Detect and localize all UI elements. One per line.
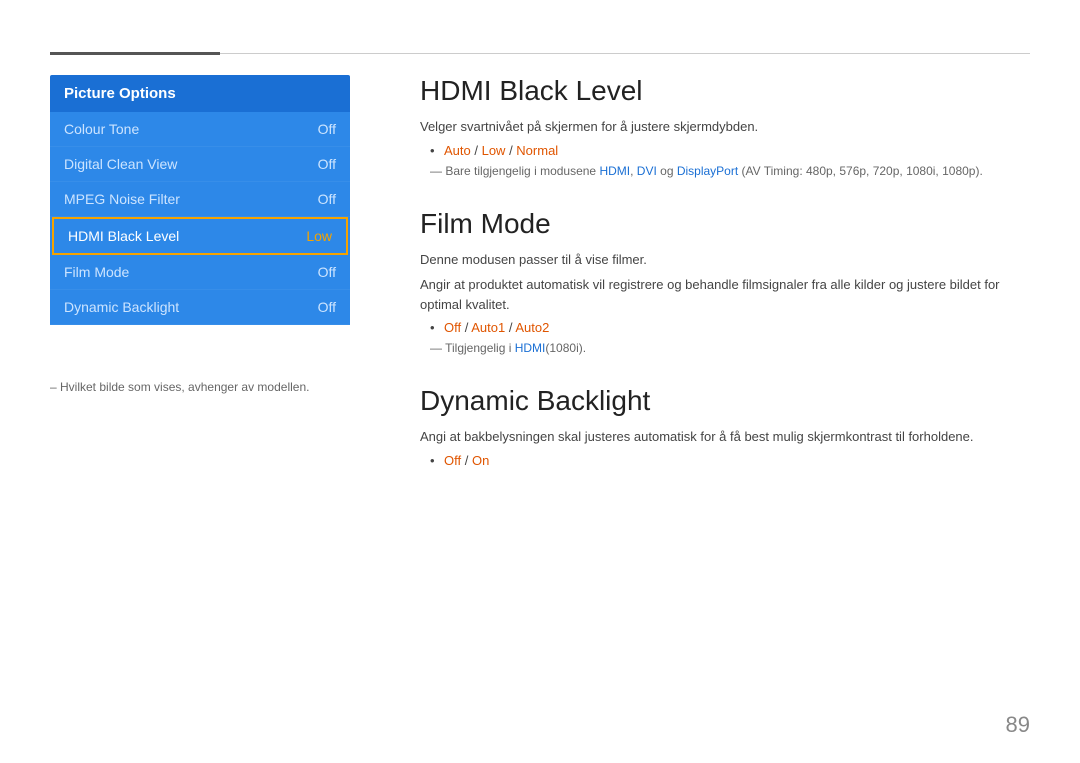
sidebar-header: Picture Options [50,75,350,112]
section-desc-film-mode-1: Angir at produktet automatisk vil regist… [420,275,1030,314]
main-content: HDMI Black Level Velger svartnivået på sk… [420,75,1030,498]
section-title-dynamic-backlight: Dynamic Backlight [420,385,1030,417]
top-bar-left [50,52,220,55]
section-film-mode: Film Mode Denne modusen passer til å vise… [420,208,1030,356]
menu-item-value: Off [318,191,336,207]
section-desc-dynamic-backlight-0: Angi at bakbelysningen skal justeres aut… [420,427,1030,447]
menu-item-value: Off [318,264,336,280]
menu-item-label: Digital Clean View [64,156,177,172]
sidebar-menu-item-5[interactable]: Dynamic Backlight Off [50,290,350,325]
sidebar-menu-item-0[interactable]: Colour Tone Off [50,112,350,147]
bullet-list-hdmi-black-level: Auto / Low / Normal [420,143,1030,158]
section-dynamic-backlight: Dynamic Backlight Angi at bakbelysningen … [420,385,1030,468]
section-title-hdmi-black-level: HDMI Black Level [420,75,1030,107]
bullet-item-film-mode-0: Off / Auto1 / Auto2 [430,320,1030,335]
note-hdmi-black-level-0: Bare tilgjengelig i modusene HDMI, DVI o… [420,164,1030,178]
menu-item-value: Low [306,228,332,244]
menu-item-label: MPEG Noise Filter [64,191,180,207]
sidebar: Picture Options Colour ToneOffDigital Cl… [50,75,350,325]
top-bar-right [220,53,1030,54]
bullet-item-hdmi-black-level-0: Auto / Low / Normal [430,143,1030,158]
top-bar [50,52,1030,54]
sidebar-menu: Colour ToneOffDigital Clean ViewOffMPEG … [50,112,350,325]
bullet-item-dynamic-backlight-0: Off / On [430,453,1030,468]
section-desc-hdmi-black-level-0: Velger svartnivået på skjermen for å jus… [420,117,1030,137]
bullet-list-dynamic-backlight: Off / On [420,453,1030,468]
sidebar-menu-item-3[interactable]: HDMI Black Level Low [52,217,348,255]
menu-item-value: Off [318,121,336,137]
bullet-list-film-mode: Off / Auto1 / Auto2 [420,320,1030,335]
footnote: – Hvilket bilde som vises, avhenger av m… [50,380,309,394]
section-title-film-mode: Film Mode [420,208,1030,240]
menu-item-value: Off [318,156,336,172]
menu-item-label: Dynamic Backlight [64,299,179,315]
section-desc-film-mode-0: Denne modusen passer til å vise filmer. [420,250,1030,270]
sidebar-menu-item-1[interactable]: Digital Clean View Off [50,147,350,182]
section-hdmi-black-level: HDMI Black Level Velger svartnivået på sk… [420,75,1030,178]
page-number: 89 [1006,712,1030,738]
menu-item-label: HDMI Black Level [68,228,179,244]
menu-item-label: Colour Tone [64,121,139,137]
note-film-mode-0: Tilgjengelig i HDMI(1080i). [420,341,1030,355]
sidebar-menu-item-2[interactable]: MPEG Noise Filter Off [50,182,350,217]
menu-item-value: Off [318,299,336,315]
sidebar-menu-item-4[interactable]: Film Mode Off [50,255,350,290]
menu-item-label: Film Mode [64,264,129,280]
